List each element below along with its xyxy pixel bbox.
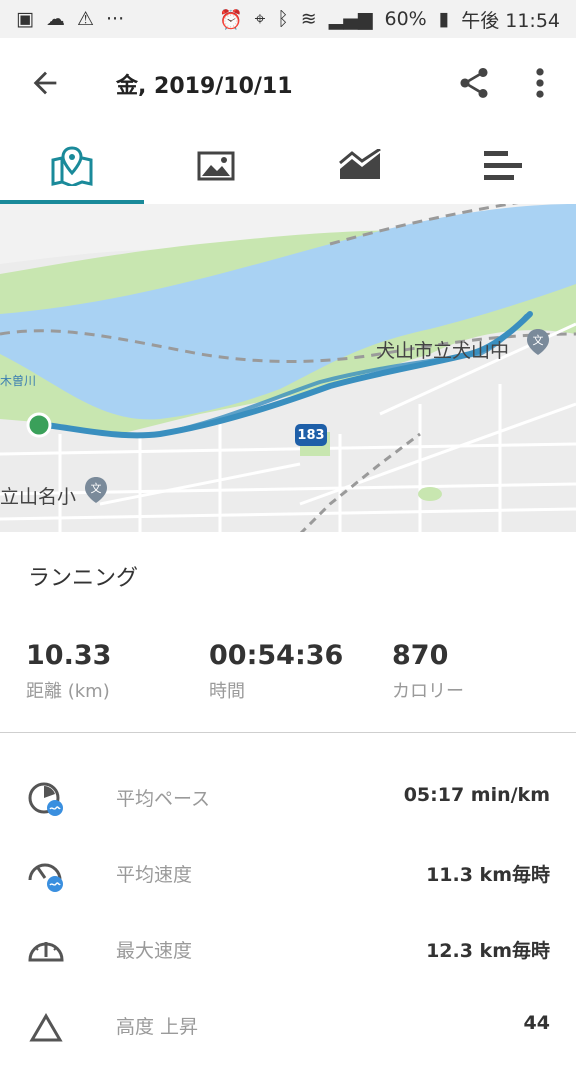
signal-icon: ▂▄▆: [328, 8, 373, 30]
detail-name: 最大速度: [116, 940, 193, 962]
detail-name: 平均速度: [116, 864, 193, 886]
activity-type: ランニング: [28, 566, 139, 591]
tab-bar: [0, 128, 576, 204]
image-icon: ▣: [16, 8, 34, 30]
wifi-icon: ≋: [300, 8, 317, 30]
stat-label: 時間: [209, 681, 245, 702]
share-icon[interactable]: [456, 64, 492, 102]
app-bar: 金, 2019/10/11: [0, 38, 576, 128]
tab-photo[interactable]: [144, 128, 288, 204]
stat-value: 870: [392, 640, 449, 671]
more-vert-icon[interactable]: [530, 64, 550, 102]
map-icon: [51, 146, 93, 186]
school-label-right: 犬山市立犬山中: [376, 340, 510, 362]
detail-value: 12.3 km毎時: [426, 940, 550, 962]
warning-icon: ⚠: [76, 8, 94, 30]
avg-speed-icon: [28, 863, 63, 892]
summary-stats: 10.33 距離 (km) 00:54:36 時間 870 カロリー: [0, 640, 576, 730]
stat-distance: 10.33 距離 (km): [26, 640, 111, 703]
route-map[interactable]: 犬山市立犬山中 文 立山名小 文 木曽川: [0, 204, 576, 532]
tab-map[interactable]: [0, 128, 144, 204]
bluetooth-icon: ᛒ: [277, 8, 289, 30]
more-dots-icon: ···: [106, 8, 125, 30]
stat-value: 00:54:36: [209, 640, 344, 671]
detail-row-avg-speed: 平均速度 11.3 km毎時: [0, 838, 576, 914]
school-pin-icon: 文: [527, 329, 549, 355]
detail-row-max-speed: 最大速度 12.3 km毎時: [0, 914, 576, 990]
clock-time: 午後 11:54: [461, 9, 560, 32]
svg-text:文: 文: [533, 333, 544, 347]
divider: [0, 732, 576, 733]
page-title: 金, 2019/10/11: [116, 74, 293, 99]
route-number-badge: 183: [295, 424, 327, 446]
school-pin-icon: 文: [85, 477, 107, 503]
school-label-left: 立山名小: [0, 486, 77, 508]
bars-icon: [484, 151, 522, 180]
status-bar: ▣ ☁ ⚠ ··· ⏰ ⌖ ᛒ ≋ ▂▄▆ 60% ▮ 午後 11:54: [0, 0, 576, 38]
river-label: 木曽川: [0, 374, 37, 388]
detail-name: 平均ペース: [116, 788, 211, 810]
tab-stats[interactable]: [432, 128, 576, 204]
detail-row-elevation: 高度 上昇 44: [0, 990, 576, 1066]
svg-text:文: 文: [91, 481, 102, 495]
cloud-icon: ☁: [45, 8, 65, 30]
detail-value: 44: [523, 1012, 550, 1034]
max-speed-icon: [28, 942, 64, 962]
start-marker-icon: [26, 412, 52, 438]
detail-value: 05:17 min/km: [403, 784, 550, 806]
battery-percent: 60%: [384, 8, 427, 30]
alarm-icon: ⏰: [218, 8, 243, 31]
location-icon: ⌖: [254, 8, 266, 30]
pace-icon: [28, 782, 63, 816]
chart-icon: [339, 149, 381, 179]
detail-value: 11.3 km毎時: [426, 864, 550, 886]
photo-icon: [197, 151, 235, 181]
detail-name: 高度 上昇: [116, 1016, 199, 1038]
stat-value: 10.33: [26, 640, 112, 671]
battery-icon: ▮: [438, 8, 450, 30]
stat-label: カロリー: [392, 681, 464, 702]
back-arrow-icon[interactable]: [28, 66, 62, 100]
stat-time: 00:54:36 時間: [209, 640, 343, 703]
tab-chart[interactable]: [288, 128, 432, 204]
stat-calories: 870 カロリー: [392, 640, 464, 703]
elevation-icon: [29, 1013, 63, 1042]
stat-label: 距離 (km): [26, 681, 110, 702]
detail-row-pace: 平均ペース 05:17 min/km: [0, 762, 576, 838]
